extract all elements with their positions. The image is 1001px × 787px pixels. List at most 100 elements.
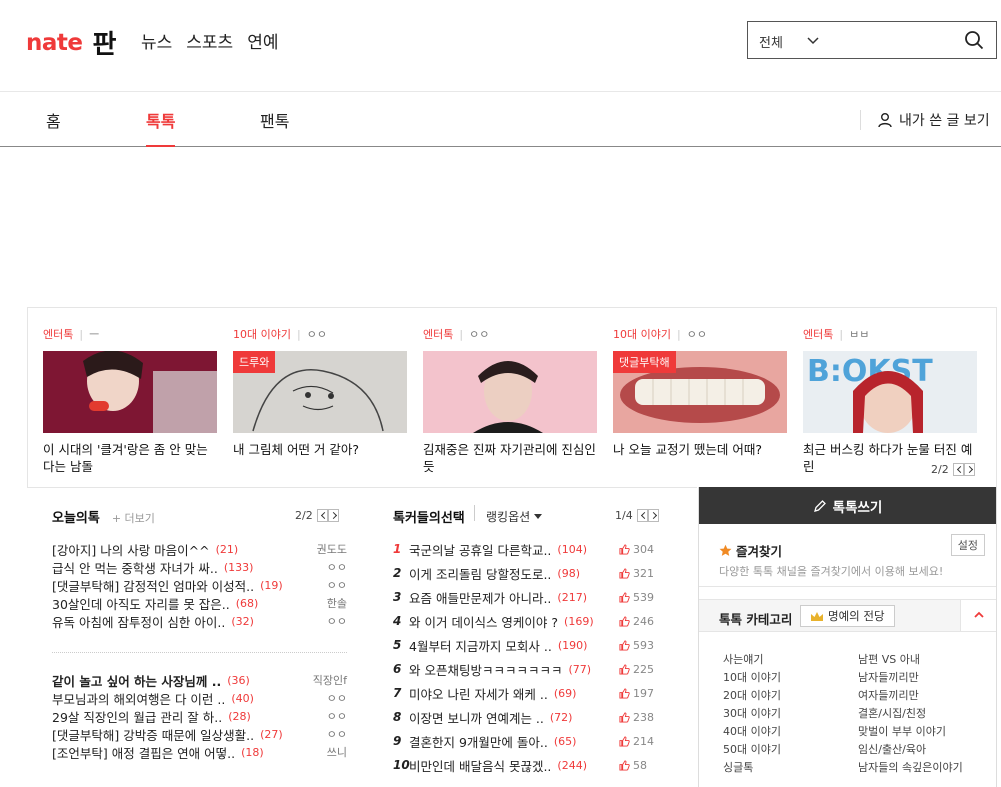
- list-item-title[interactable]: 유독 아침에 잠투정이 심한 아이..: [52, 612, 225, 631]
- ranking-item-title[interactable]: 요즘 애들만문제가 아니라..: [409, 588, 551, 607]
- prev-page-icon[interactable]: [952, 463, 964, 476]
- rank-number: 1: [393, 542, 402, 556]
- list-item-title[interactable]: 30살인데 아직도 자리를 못 잡은..: [52, 594, 230, 613]
- card-title[interactable]: 이 시대의 '클겨'랑은 좀 안 맞는다는 남돌: [43, 441, 217, 475]
- ranking-item-title[interactable]: 비만인데 배달음식 못끊겠..: [409, 756, 551, 775]
- nav-news[interactable]: 뉴스: [141, 28, 172, 53]
- card-category[interactable]: 엔터톡: [803, 328, 833, 341]
- prev-page-icon[interactable]: [636, 509, 648, 522]
- list-item[interactable]: 29살 직장인의 월급 관리 잘 하.. (28) ㅇㅇ: [52, 707, 347, 725]
- card-thumbnail[interactable]: 드루와: [233, 351, 407, 433]
- ranking-item[interactable]: 9 결혼한지 9개월만에 돌아.. (65) 214: [393, 732, 663, 750]
- card-title[interactable]: 나 오늘 교정기 뗐는데 어때?: [613, 441, 787, 458]
- list-item[interactable]: [강아지] 나의 사랑 마음이^^ (21) 권도도: [52, 540, 347, 558]
- list-item-title[interactable]: 29살 직장인의 월급 관리 잘 하..: [52, 707, 222, 726]
- ranking-option-dropdown[interactable]: 랭킹옵션: [486, 508, 543, 525]
- ranking-item[interactable]: 4 와 이거 데이식스 영케이야 ? (169) 246: [393, 612, 663, 630]
- collapse-button[interactable]: [960, 600, 996, 631]
- ranking-item-title[interactable]: 4월부터 지금까지 모회사 ..: [409, 636, 552, 655]
- list-item[interactable]: 급식 안 먹는 중학생 자녀가 싸.. (133) ㅇㅇ: [52, 558, 347, 576]
- next-page-icon[interactable]: [327, 509, 339, 522]
- card-category[interactable]: 엔터톡: [423, 328, 453, 341]
- ranking-item[interactable]: 2 이게 조리돌림 당할정도로.. (98) 321: [393, 564, 663, 582]
- card-thumbnail[interactable]: 댓글부탁해: [613, 351, 787, 433]
- ranking-item[interactable]: 10 비만인데 배달음식 못끊겠.. (244) 58: [393, 756, 663, 774]
- hall-of-fame-button[interactable]: 명예의 전당: [800, 605, 895, 627]
- category-link[interactable]: 20대 이야기: [723, 687, 781, 703]
- ranking-item-title[interactable]: 이게 조리돌림 당할정도로..: [409, 564, 551, 583]
- card-thumbnail[interactable]: [423, 351, 597, 433]
- featured-card[interactable]: 엔터톡 | ㅇㅇ 김재중은 진짜 자기관리에 진심인 듯: [423, 326, 597, 475]
- category-link[interactable]: 결혼/시집/친정: [858, 705, 926, 721]
- card-title[interactable]: 내 그림체 어떤 거 같아?: [233, 441, 407, 458]
- card-thumbnail[interactable]: B:OKST: [803, 351, 977, 433]
- more-link[interactable]: + 더보기: [112, 512, 155, 525]
- ranking-item[interactable]: 6 와 오픈채팅방ㅋㅋㅋㅋㅋㅋㅋ (77) 225: [393, 660, 663, 678]
- next-page-icon[interactable]: [963, 463, 975, 476]
- prev-page-icon[interactable]: [316, 509, 328, 522]
- ranking-item-title[interactable]: 이장면 보니까 연예계는 ..: [409, 708, 544, 727]
- list-item[interactable]: 유독 아침에 잠투정이 심한 아이.. (32) ㅇㅇ: [52, 612, 347, 630]
- list-item[interactable]: [조언부탁] 애정 결핍은 연애 어떻.. (18) 쓰니: [52, 743, 347, 761]
- list-item-title[interactable]: 같이 놀고 싶어 하는 사장님께 ..: [52, 671, 221, 690]
- tab-toktok[interactable]: 톡톡: [146, 108, 176, 147]
- card-category[interactable]: 10대 이야기: [233, 328, 291, 341]
- card-category[interactable]: 엔터톡: [43, 328, 73, 341]
- ranking-item-title[interactable]: 결혼한지 9개월만에 돌아..: [409, 732, 548, 751]
- category-link[interactable]: 여자들끼리만: [858, 687, 919, 703]
- card-category[interactable]: 10대 이야기: [613, 328, 671, 341]
- category-link[interactable]: 50대 이야기: [723, 741, 781, 757]
- list-item-title[interactable]: [조언부탁] 애정 결핍은 연애 어떻..: [52, 743, 235, 762]
- list-item-title[interactable]: [강아지] 나의 사랑 마음이^^: [52, 540, 210, 559]
- category-link[interactable]: 30대 이야기: [723, 705, 781, 721]
- nate-logo[interactable]: nate 판: [26, 24, 116, 61]
- ranking-item[interactable]: 8 이장면 보니까 연예계는 .. (72) 238: [393, 708, 663, 726]
- category-link[interactable]: 남편 VS 아내: [858, 651, 920, 667]
- category-link[interactable]: 남자들의 속깊은이야기: [858, 759, 963, 775]
- featured-card[interactable]: 10대 이야기 | ㅇㅇ 댓글부탁해 나 오늘 교정기 뗐는데 어때?: [613, 326, 787, 458]
- category-link[interactable]: 임신/출산/육아: [858, 741, 926, 757]
- list-item[interactable]: [댓글부탁해] 강박증 때문에 일상생활.. (27) ㅇㅇ: [52, 725, 347, 743]
- category-link[interactable]: 남자들끼리만: [858, 669, 919, 685]
- list-item[interactable]: 같이 놀고 싶어 하는 사장님께 .. (36) 직장인f: [52, 671, 347, 689]
- nav-sports[interactable]: 스포츠: [186, 28, 233, 53]
- writer-name: 권도도: [316, 543, 347, 556]
- featured-card[interactable]: 10대 이야기 | ㅇㅇ 드루와 내 그림체 어떤 거 같아?: [233, 326, 407, 458]
- list-item-title[interactable]: 부모님과의 해외여행은 다 이런 ..: [52, 689, 225, 708]
- card-title[interactable]: 김재중은 진짜 자기관리에 진심인 듯: [423, 441, 597, 475]
- ranking-item[interactable]: 7 미야오 나린 자세가 왜케 .. (69) 197: [393, 684, 663, 702]
- ranking-item-title[interactable]: 와 오픈채팅방ㅋㅋㅋㅋㅋㅋㅋ: [409, 660, 562, 679]
- my-posts-link[interactable]: 내가 쓴 글 보기: [860, 110, 990, 130]
- category-link[interactable]: 맞벌이 부부 이야기: [858, 723, 946, 739]
- category-link[interactable]: 싱글톡: [723, 759, 753, 775]
- card-thumbnail[interactable]: [43, 351, 217, 433]
- next-page-icon[interactable]: [647, 509, 659, 522]
- write-post-button[interactable]: 톡톡쓰기: [699, 487, 996, 524]
- ranking-item[interactable]: 5 4월부터 지금까지 모회사 .. (190) 593: [393, 636, 663, 654]
- search-scope-select[interactable]: 전체: [759, 32, 783, 51]
- list-item-title[interactable]: 급식 안 먹는 중학생 자녀가 싸..: [52, 558, 218, 577]
- category-link[interactable]: 40대 이야기: [723, 723, 781, 739]
- ranking-item-title[interactable]: 국군의날 공휴일 다른학교..: [409, 540, 551, 559]
- search-icon[interactable]: [964, 30, 984, 50]
- featured-card[interactable]: 엔터톡 | ㅂㅂ B:OKST 최근 버스킹 하다가 눈물 터진 예린: [803, 326, 977, 475]
- list-item-title[interactable]: [댓글부탁해] 감정적인 엄마와 이성적..: [52, 576, 254, 595]
- comment-count: (72): [549, 710, 573, 724]
- list-item[interactable]: 부모님과의 해외여행은 다 이런 .. (40) ㅇㅇ: [52, 689, 347, 707]
- ranking-item-title[interactable]: 와 이거 데이식스 영케이야 ?: [409, 612, 558, 631]
- chevron-down-icon[interactable]: [806, 31, 820, 49]
- tab-home[interactable]: 홈: [46, 108, 61, 132]
- category-link[interactable]: 사는얘기: [723, 651, 763, 667]
- nav-entertainment[interactable]: 연예: [247, 28, 278, 53]
- ranking-item-title[interactable]: 미야오 나린 자세가 왜케 ..: [409, 684, 548, 703]
- tab-fantok[interactable]: 팬톡: [260, 108, 289, 132]
- list-item[interactable]: 30살인데 아직도 자리를 못 잡은.. (68) 한솔: [52, 594, 347, 612]
- settings-button[interactable]: 설정: [950, 534, 985, 556]
- category-link[interactable]: 10대 이야기: [723, 669, 781, 685]
- ranking-item[interactable]: 3 요즘 애들만문제가 아니라.. (217) 539: [393, 588, 663, 606]
- list-item-title[interactable]: [댓글부탁해] 강박증 때문에 일상생활..: [52, 725, 254, 744]
- ranking-item[interactable]: 1 국군의날 공휴일 다른학교.. (104) 304: [393, 540, 663, 558]
- list-item[interactable]: [댓글부탁해] 감정적인 엄마와 이성적.. (19) ㅇㅇ: [52, 576, 347, 594]
- search-box[interactable]: 전체: [747, 21, 997, 59]
- featured-card[interactable]: 엔터톡 | ㅡ 이 시대의 '클겨'랑은 좀 안 맞는다는 남돌: [43, 326, 217, 475]
